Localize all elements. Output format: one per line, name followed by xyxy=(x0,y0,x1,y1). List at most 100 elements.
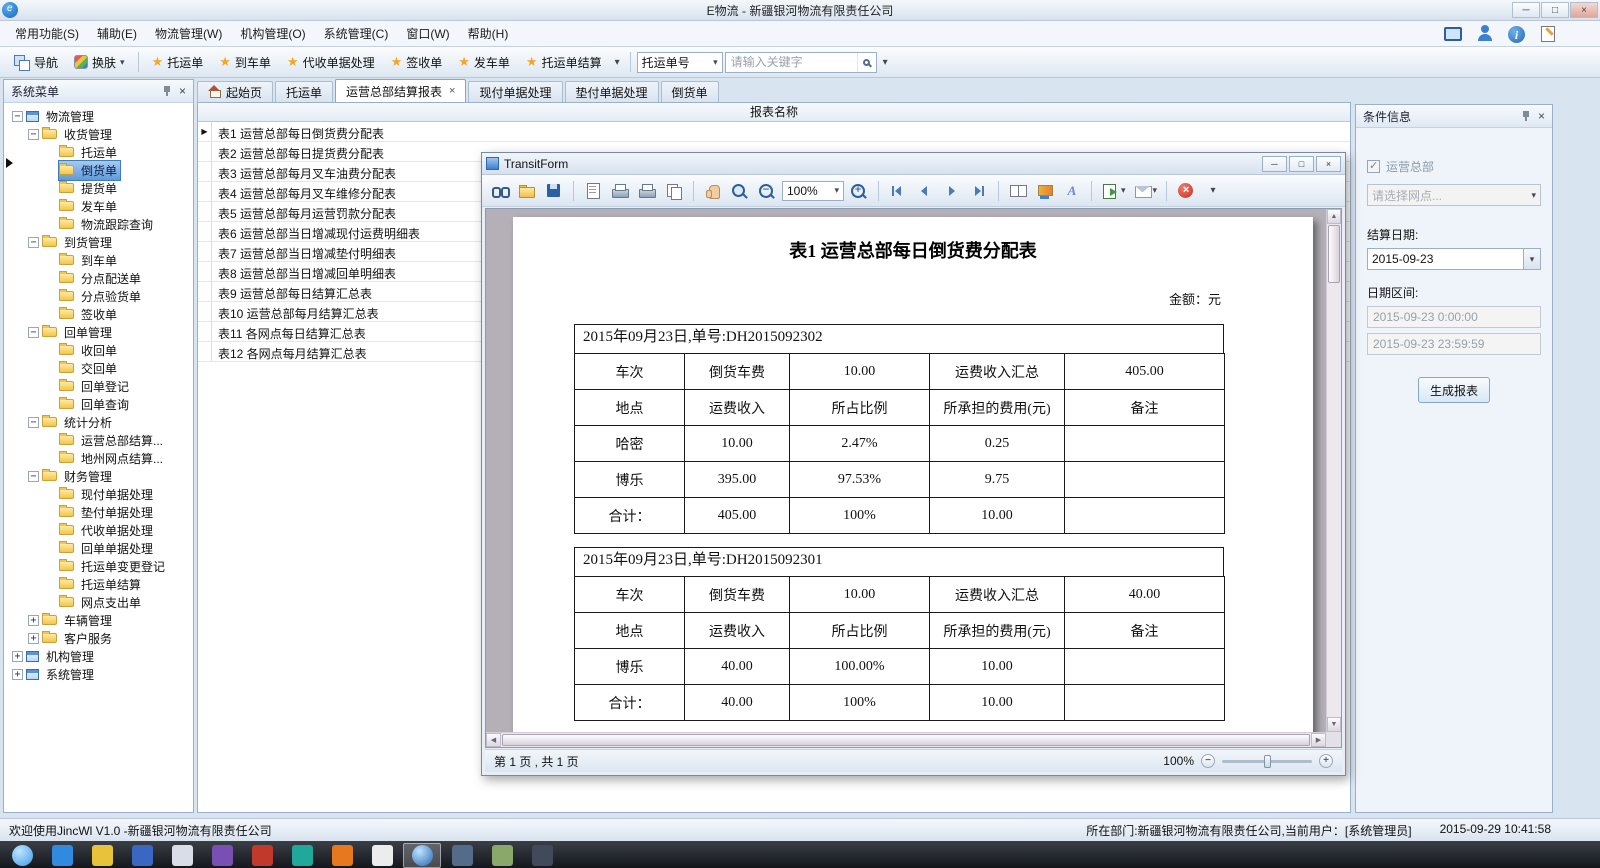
tree-item[interactable]: +机构管理 xyxy=(4,647,193,665)
user-icon[interactable] xyxy=(1475,24,1495,44)
document-tab[interactable]: 倒货单 xyxy=(661,81,719,102)
close-preview-button[interactable] xyxy=(1174,181,1198,201)
taskbar-icon[interactable] xyxy=(83,843,121,868)
menu-item[interactable]: 系统管理(C) xyxy=(315,20,398,47)
first-page-button[interactable] xyxy=(886,181,910,201)
tree-item[interactable]: 代收单据处理 xyxy=(4,521,193,539)
last-page-button[interactable] xyxy=(967,181,991,201)
scrollbar-thumb[interactable] xyxy=(502,734,1310,746)
favorite-button[interactable]: ★签收单 xyxy=(384,50,450,75)
copy-page-button[interactable] xyxy=(662,181,686,201)
tree-item[interactable]: 回单单据处理 xyxy=(4,539,193,557)
menu-item[interactable]: 辅助(E) xyxy=(88,20,146,47)
tree-item[interactable]: 托运单结算 xyxy=(4,575,193,593)
hand-tool-button[interactable] xyxy=(701,181,725,201)
print-button[interactable] xyxy=(608,181,632,201)
favorites-overflow-button[interactable]: ▾ xyxy=(611,55,624,70)
collapse-icon[interactable]: − xyxy=(28,237,39,248)
zoom-in-button[interactable] xyxy=(847,181,871,201)
close-button[interactable]: × xyxy=(1316,156,1341,172)
start-button[interactable] xyxy=(3,843,41,868)
print-direct-button[interactable] xyxy=(635,181,659,201)
favorite-button[interactable]: ★代收单据处理 xyxy=(280,50,382,75)
menu-item[interactable]: 帮助(H) xyxy=(459,20,518,47)
zoom-slider[interactable] xyxy=(1222,760,1312,763)
menu-item[interactable]: 窗口(W) xyxy=(397,20,458,47)
zoom-in-button[interactable]: + xyxy=(1319,754,1333,768)
taskbar-icon[interactable] xyxy=(523,843,561,868)
scroll-right-icon[interactable]: ▶ xyxy=(1311,733,1326,747)
save-button[interactable] xyxy=(542,181,566,201)
tree-item[interactable]: −收货管理 xyxy=(4,125,193,143)
customize-more-button[interactable] xyxy=(1201,181,1225,201)
taskbar-icon[interactable] xyxy=(123,843,161,868)
collapse-icon[interactable]: − xyxy=(28,471,39,482)
tree-item[interactable]: 现付单据处理 xyxy=(4,485,193,503)
calendar-dropdown-button[interactable]: ▾ xyxy=(1523,249,1540,269)
maximize-button[interactable]: □ xyxy=(1541,2,1569,18)
taskbar-icon[interactable] xyxy=(443,843,481,868)
expand-icon[interactable]: + xyxy=(28,633,39,644)
zoom-out-button[interactable] xyxy=(755,181,779,201)
tree-item[interactable]: −到货管理 xyxy=(4,233,193,251)
prev-page-button[interactable] xyxy=(913,181,937,201)
tree-item[interactable]: +系统管理 xyxy=(4,665,193,683)
tree-item[interactable]: 收回单 xyxy=(4,341,193,359)
expand-icon[interactable]: + xyxy=(12,669,23,680)
taskbar-icon[interactable] xyxy=(243,843,281,868)
menu-item[interactable]: 物流管理(W) xyxy=(146,20,231,47)
tree-item[interactable]: 分点验货单 xyxy=(4,287,193,305)
minimize-button[interactable]: ─ xyxy=(1262,156,1287,172)
document-tab[interactable]: 现付单据处理 xyxy=(468,81,562,102)
multi-page-button[interactable] xyxy=(1006,181,1030,201)
navigation-button[interactable]: 导航 xyxy=(6,50,65,75)
export-document-button[interactable]: ▾ xyxy=(1099,181,1128,201)
tree-item[interactable]: 回单查询 xyxy=(4,395,193,413)
settle-date-picker[interactable]: 2015-09-23 ▾ xyxy=(1367,248,1541,270)
tree-item[interactable]: 分点配送单 xyxy=(4,269,193,287)
tree-item[interactable]: 倒货单 xyxy=(4,161,193,179)
favorite-button[interactable]: ★到车单 xyxy=(212,50,278,75)
document-tab[interactable]: 起始页 xyxy=(197,81,273,102)
taskbar-icon[interactable] xyxy=(43,843,81,868)
tree-item[interactable]: 地州网点结算... xyxy=(4,449,193,467)
favorite-button[interactable]: ★托运单 xyxy=(145,50,211,75)
search-input[interactable] xyxy=(726,55,857,69)
document-tab[interactable]: 运营总部结算报表× xyxy=(335,79,466,102)
zoom-level-combo[interactable]: 100%▾ xyxy=(782,181,844,201)
tree-item[interactable]: 回单登记 xyxy=(4,377,193,395)
scroll-down-icon[interactable]: ▼ xyxy=(1327,717,1341,732)
maximize-button[interactable]: □ xyxy=(1289,156,1314,172)
watermark-button[interactable] xyxy=(1060,181,1084,201)
tree-item[interactable]: 到车单 xyxy=(4,251,193,269)
close-button[interactable]: × xyxy=(1570,2,1598,18)
transit-form-titlebar[interactable]: TransitForm ─ □ × xyxy=(482,153,1345,175)
skin-button[interactable]: 换肤 ▾ xyxy=(67,50,132,75)
tab-close-icon[interactable]: × xyxy=(449,85,455,97)
scrollbar-thumb[interactable] xyxy=(1328,225,1340,283)
tree-item[interactable]: −物流管理 xyxy=(4,107,193,125)
generate-report-button[interactable]: 生成报表 xyxy=(1418,377,1490,403)
collapse-icon[interactable]: − xyxy=(12,111,23,122)
tree-item[interactable]: 发车单 xyxy=(4,197,193,215)
taskbar-icon[interactable] xyxy=(403,843,441,868)
send-email-button[interactable]: ▾ xyxy=(1131,181,1160,201)
page-setup-button[interactable] xyxy=(581,181,605,201)
expand-icon[interactable]: + xyxy=(12,651,23,662)
tree-item[interactable]: 签收单 xyxy=(4,305,193,323)
search-options-button[interactable]: ▾ xyxy=(879,55,892,70)
search-field-combo[interactable]: 托运单号 ▾ xyxy=(637,52,723,73)
notes-icon[interactable] xyxy=(1538,24,1558,44)
collapse-icon[interactable]: − xyxy=(28,327,39,338)
taskbar-icon[interactable] xyxy=(283,843,321,868)
collapse-icon[interactable]: − xyxy=(28,129,39,140)
tree-item[interactable]: 运营总部结算... xyxy=(4,431,193,449)
taskbar-icon[interactable] xyxy=(363,843,401,868)
close-panel-icon[interactable]: × xyxy=(1538,111,1545,121)
monitor-icon[interactable] xyxy=(1442,24,1462,44)
collapse-icon[interactable]: − xyxy=(28,417,39,428)
taskbar-icon[interactable] xyxy=(483,843,521,868)
minimize-button[interactable]: ─ xyxy=(1512,2,1540,18)
tree-item[interactable]: 网点支出单 xyxy=(4,593,193,611)
favorite-button[interactable]: ★发车单 xyxy=(451,50,517,75)
